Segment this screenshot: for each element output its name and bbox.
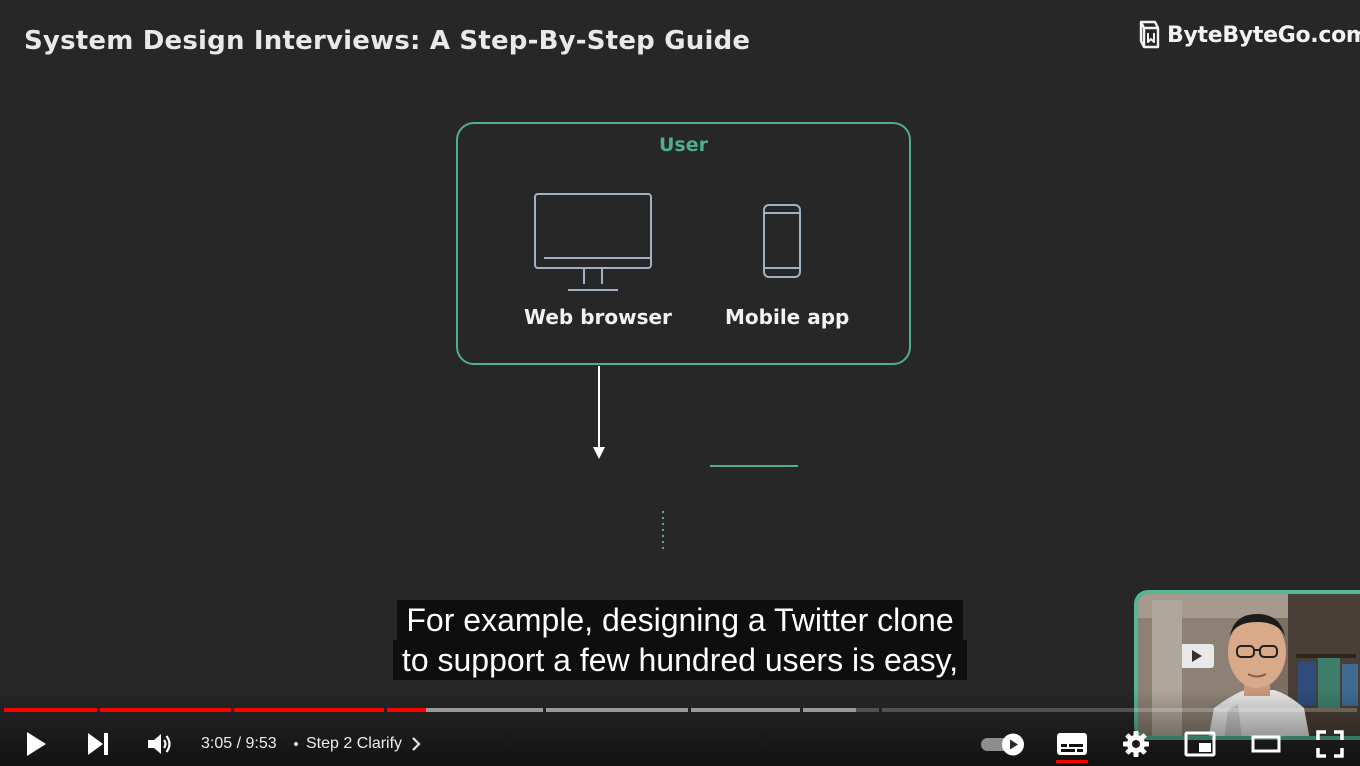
- progress-chapter-segment[interactable]: [387, 708, 543, 712]
- mute-button[interactable]: [138, 722, 182, 766]
- brand-name: ByteByteGo.com: [1167, 22, 1360, 48]
- slide-title: System Design Interviews: A Step-By-Step…: [24, 26, 751, 56]
- subtitles-icon: [1057, 733, 1087, 755]
- video-player[interactable]: System Design Interviews: A Step-By-Step…: [0, 0, 1360, 766]
- time-display: 3:05 / 9:53: [201, 732, 277, 756]
- device-label-web-browser: Web browser: [524, 305, 672, 329]
- progress-chapter-segment[interactable]: [690, 708, 801, 712]
- progress-played: [387, 708, 427, 712]
- brand-logo: ByteByteGo.com: [1137, 18, 1360, 52]
- progress-bar[interactable]: [0, 707, 1360, 713]
- fullscreen-icon: [1316, 730, 1344, 758]
- progress-played: [233, 708, 385, 712]
- progress-played: [99, 708, 231, 712]
- progress-buffered: [803, 708, 857, 712]
- chapter-label: Step 2 Clarify: [306, 735, 403, 752]
- user-box-label: User: [659, 134, 708, 156]
- current-time: 3:05: [201, 735, 233, 752]
- progress-buffered: [545, 708, 688, 712]
- subtitles-active-indicator: [1056, 760, 1088, 763]
- play-icon: [27, 732, 46, 756]
- settings-button[interactable]: [1114, 722, 1158, 766]
- caption-line-2: to support a few hundred users is easy,: [392, 640, 968, 680]
- next-button[interactable]: [76, 722, 120, 766]
- volume-icon: [148, 734, 171, 754]
- smartphone-icon: [763, 204, 801, 278]
- user-box: User Web browser Mobile app: [456, 122, 911, 365]
- caption-line-1: For example, designing a Twitter clone: [397, 600, 963, 640]
- chapter-title-button[interactable]: Step 2 Clarify: [294, 732, 424, 756]
- theater-mode-button[interactable]: [1244, 722, 1288, 766]
- play-button[interactable]: [14, 722, 58, 766]
- progress-chapter-segment[interactable]: [803, 708, 879, 712]
- progress-buffered: [690, 708, 801, 712]
- progress-played: [4, 708, 97, 712]
- monitor-icon: [534, 193, 652, 291]
- next-icon: [88, 733, 108, 755]
- dotted-connector-line: [662, 511, 664, 550]
- chapter-dot: [294, 742, 298, 746]
- miniplayer-button[interactable]: [1178, 722, 1222, 766]
- bytebytego-logo-icon: [1139, 20, 1160, 49]
- flow-arrow-icon: [593, 366, 605, 459]
- player-controls: 3:05 / 9:53 Step 2 Clarify: [0, 722, 1360, 766]
- autoplay-toggle-icon: [981, 733, 1024, 756]
- device-label-mobile-app: Mobile app: [725, 305, 850, 329]
- progress-chapter-segment[interactable]: [4, 708, 97, 712]
- settings-icon: [1123, 731, 1149, 757]
- progress-chapter-segment[interactable]: [233, 708, 385, 712]
- time-separator: /: [232, 735, 246, 752]
- chevron-right-icon: [412, 737, 421, 751]
- progress-chapter-segment[interactable]: [881, 708, 1357, 712]
- fullscreen-button[interactable]: [1308, 722, 1352, 766]
- progress-chapter-segment[interactable]: [99, 708, 231, 712]
- duration: 9:53: [245, 735, 277, 752]
- miniplayer-icon: [1184, 731, 1216, 757]
- progress-chapter-segment[interactable]: [545, 708, 688, 712]
- diagram-connector-line: [710, 465, 798, 467]
- autoplay-toggle[interactable]: [978, 722, 1028, 766]
- theater-mode-icon: [1251, 735, 1281, 753]
